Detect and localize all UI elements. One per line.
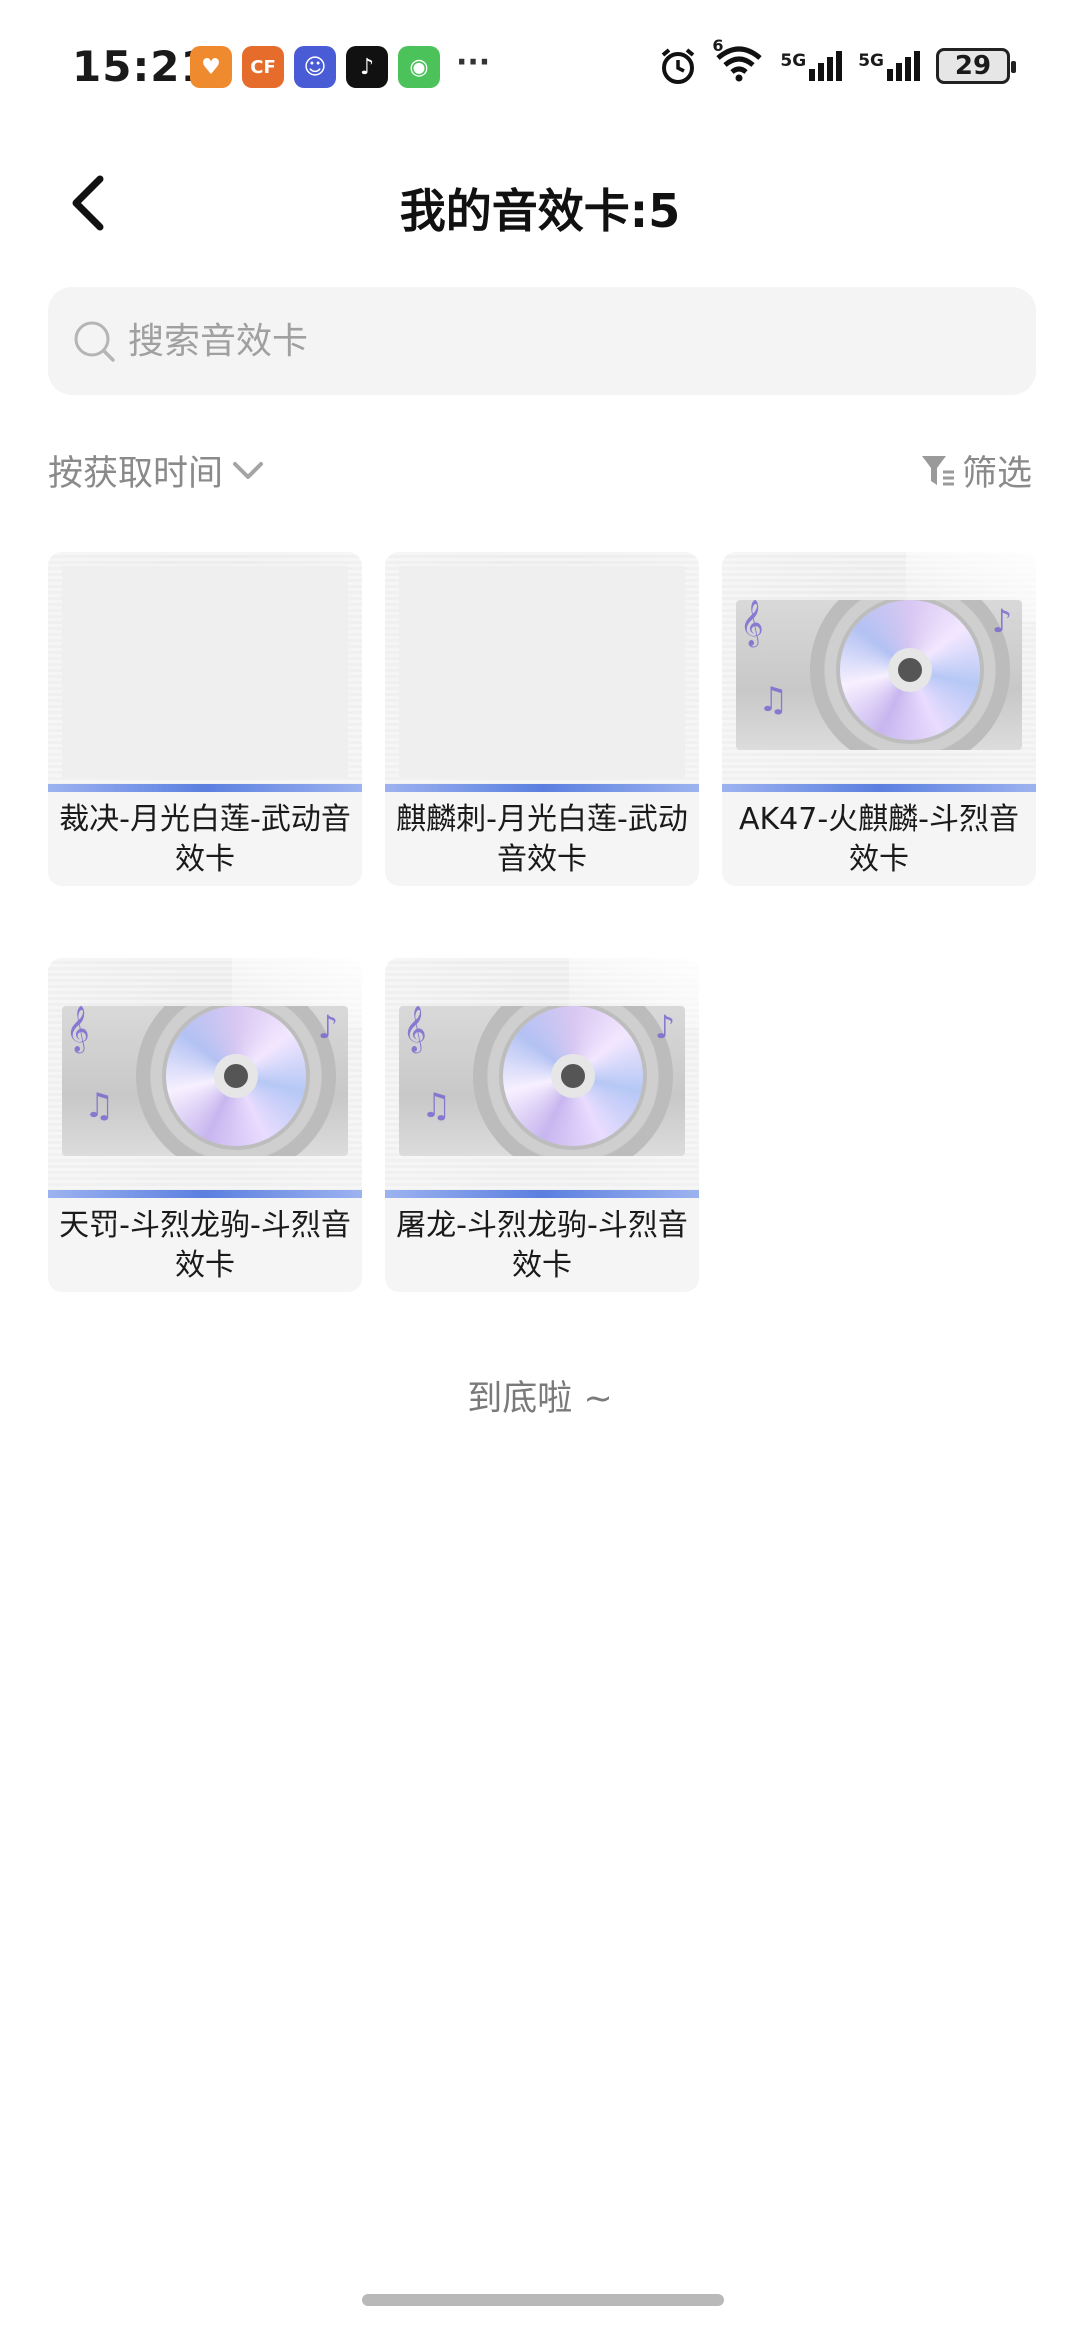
network-type-2: 5G <box>858 51 884 71</box>
alarm-icon <box>662 48 695 84</box>
sound-card[interactable]: 麒麟刺-月光白莲-武动音效卡 <box>385 552 699 886</box>
sound-card-label: 麒麟刺-月光白莲-武动音效卡 <box>396 802 688 877</box>
system-status-icons: 6 5G 5G 29 <box>658 36 1016 88</box>
tiktok-app-icon: ♪ <box>346 46 388 88</box>
cd-disc-icon <box>166 1006 306 1146</box>
sound-card[interactable]: 𝄞 ♫ ♪ 天罚-斗烈龙驹-斗烈音效卡 <box>48 958 362 1292</box>
network-type-1: 5G <box>780 51 807 71</box>
filter-button[interactable]: 筛选 <box>920 445 1032 496</box>
music-note-icon: ♪ <box>991 602 1012 640</box>
treble-clef-icon: 𝄞 <box>740 600 764 646</box>
sound-card-thumbnail: 𝄞 ♫ ♪ <box>48 958 362 1198</box>
end-of-list-text: 到底啦 ~ <box>467 1379 613 1419</box>
disc-artwork: 𝄞 ♫ ♪ <box>736 600 1022 750</box>
sound-card-grid: 裁决-月光白莲-武动音效卡 麒麟刺-月光白莲-武动音效卡 𝄞 ♫ ♪ AK47-… <box>48 552 1036 1292</box>
treble-clef-icon: 𝄞 <box>403 1006 427 1052</box>
sound-card-thumbnail <box>48 552 362 792</box>
filter-icon <box>921 455 954 485</box>
chevron-down-icon <box>233 461 264 479</box>
search-input[interactable] <box>128 320 928 362</box>
cd-disc-icon <box>503 1006 643 1146</box>
music-note-icon: ♫ <box>421 1086 452 1126</box>
cellular-signal-2-icon: 5G <box>858 51 920 81</box>
sound-card[interactable]: 裁决-月光白莲-武动音效卡 <box>48 552 362 886</box>
sound-card-page: 15:21 ♥ CF ☺ ♪ ◉ ··· 6 5G 5G 29 我的音效卡:5 … <box>0 0 1080 2338</box>
more-notifications-icon: ··· <box>456 44 491 80</box>
page-title: 我的音效卡:5 <box>399 184 681 238</box>
music-note-icon: ♫ <box>758 680 789 720</box>
sound-card[interactable]: 𝄞 ♫ ♪ AK47-火麒麟-斗烈音效卡 <box>722 552 1036 886</box>
status-bar: 15:21 ♥ CF ☺ ♪ ◉ ··· 6 5G 5G 29 <box>0 0 1080 130</box>
treble-clef-icon: 𝄞 <box>66 1006 90 1052</box>
home-indicator[interactable] <box>362 2294 724 2306</box>
wifi-badge: 6 <box>712 36 724 55</box>
sound-card[interactable]: 𝄞 ♫ ♪ 屠龙-斗烈龙驹-斗烈音效卡 <box>385 958 699 1292</box>
sound-card-label: 屠龙-斗烈龙驹-斗烈音效卡 <box>396 1208 688 1283</box>
cellular-signal-1-icon: 5G <box>780 51 843 81</box>
sort-dropdown[interactable]: 按获取时间 <box>48 445 265 496</box>
cf-app-icon: CF <box>242 46 284 88</box>
disc-artwork: 𝄞 ♫ ♪ <box>62 1006 348 1156</box>
wechat-app-icon: ◉ <box>398 46 440 88</box>
music-note-icon: ♪ <box>654 1008 675 1046</box>
heart-app-icon: ♥ <box>190 46 232 88</box>
sound-card-thumbnail <box>385 552 699 792</box>
sound-card-label: AK47-火麒麟-斗烈音效卡 <box>738 802 1020 877</box>
sound-card-thumbnail: 𝄞 ♫ ♪ <box>385 958 699 1198</box>
battery-icon: 29 <box>936 48 1016 84</box>
notification-app-icons: ♥ CF ☺ ♪ ◉ ··· <box>190 44 491 88</box>
battery-level: 29 <box>954 51 992 81</box>
sound-card-thumbnail: 𝄞 ♫ ♪ <box>722 552 1036 792</box>
music-note-icon: ♪ <box>317 1008 338 1046</box>
music-note-icon: ♫ <box>84 1086 115 1126</box>
filter-label: 筛选 <box>961 454 1032 494</box>
wifi-icon: 6 <box>712 36 764 88</box>
sort-label: 按获取时间 <box>48 454 224 494</box>
disc-artwork: 𝄞 ♫ ♪ <box>399 1006 685 1156</box>
sound-card-label: 天罚-斗烈龙驹-斗烈音效卡 <box>59 1208 351 1283</box>
search-bar[interactable] <box>48 287 1036 395</box>
chat-app-icon: ☺ <box>294 46 336 88</box>
cd-disc-icon <box>840 600 980 740</box>
search-icon <box>74 321 115 362</box>
sound-card-label: 裁决-月光白莲-武动音效卡 <box>59 802 351 877</box>
